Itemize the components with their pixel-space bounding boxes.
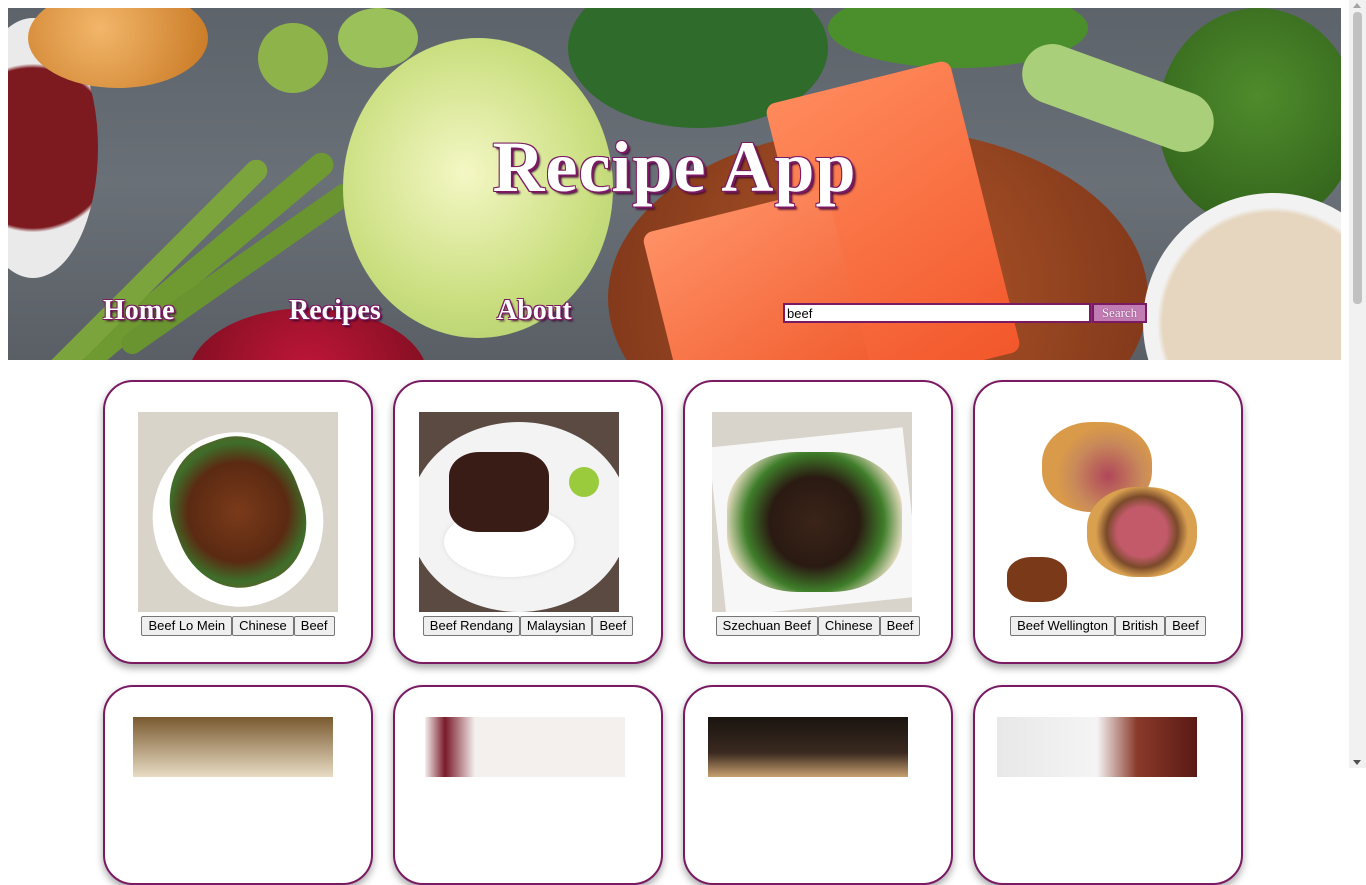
recipe-tags: Beef Lo Mein Chinese Beef xyxy=(105,616,371,636)
recipe-card[interactable]: Szechuan Beef Chinese Beef xyxy=(683,380,953,664)
recipe-card[interactable]: Beef Wellington British Beef xyxy=(973,380,1243,664)
recipe-name-tag[interactable]: Beef Wellington xyxy=(1010,616,1115,636)
recipe-image[interactable] xyxy=(138,412,338,612)
search-button[interactable]: Search xyxy=(1092,303,1147,323)
recipe-image[interactable] xyxy=(997,717,1197,777)
recipe-image[interactable] xyxy=(419,412,619,612)
recipe-category-tag[interactable]: Beef xyxy=(592,616,634,636)
recipe-area-tag[interactable]: Malaysian xyxy=(519,616,593,636)
recipe-name-tag[interactable]: Beef Lo Mein xyxy=(141,616,233,636)
nav-recipes-link[interactable]: Recipes xyxy=(289,295,381,327)
recipe-tags: Szechuan Beef Chinese Beef xyxy=(685,616,951,636)
recipe-category-tag[interactable]: Beef xyxy=(879,616,921,636)
recipe-image[interactable] xyxy=(708,717,908,777)
recipe-card[interactable] xyxy=(103,685,373,885)
nav-about-link[interactable]: About xyxy=(497,295,572,327)
nav-home-link[interactable]: Home xyxy=(103,295,175,327)
recipe-name-tag[interactable]: Szechuan Beef xyxy=(715,616,818,636)
recipe-tags: Beef Wellington British Beef xyxy=(975,616,1241,636)
recipe-card[interactable] xyxy=(393,685,663,885)
recipe-category-tag[interactable]: Beef xyxy=(1165,616,1206,636)
recipe-image[interactable] xyxy=(425,717,625,777)
scrollbar-thumb[interactable] xyxy=(1353,12,1362,304)
recipe-card[interactable] xyxy=(973,685,1243,885)
page-scrollbar[interactable] xyxy=(1349,0,1366,768)
recipe-card[interactable]: Beef Lo Mein Chinese Beef xyxy=(103,380,373,664)
recipe-image[interactable] xyxy=(712,412,912,612)
search-input[interactable] xyxy=(783,303,1091,323)
recipe-area-tag[interactable]: British xyxy=(1114,616,1166,636)
recipe-image[interactable] xyxy=(1007,412,1207,612)
header-banner: Recipe App Home Recipes About Search xyxy=(8,8,1341,360)
scroll-up-icon[interactable] xyxy=(1353,3,1361,8)
scroll-down-icon[interactable] xyxy=(1353,760,1361,765)
app-title: Recipe App xyxy=(492,127,857,207)
recipe-name-tag[interactable]: Beef Rendang xyxy=(422,616,520,636)
recipe-image[interactable] xyxy=(133,717,333,777)
recipe-area-tag[interactable]: Chinese xyxy=(817,616,880,636)
recipe-card[interactable]: Beef Rendang Malaysian Beef xyxy=(393,380,663,664)
recipe-area-tag[interactable]: Chinese xyxy=(232,616,294,636)
recipe-tags: Beef Rendang Malaysian Beef xyxy=(395,616,661,636)
recipe-card[interactable] xyxy=(683,685,953,885)
recipe-category-tag[interactable]: Beef xyxy=(293,616,335,636)
